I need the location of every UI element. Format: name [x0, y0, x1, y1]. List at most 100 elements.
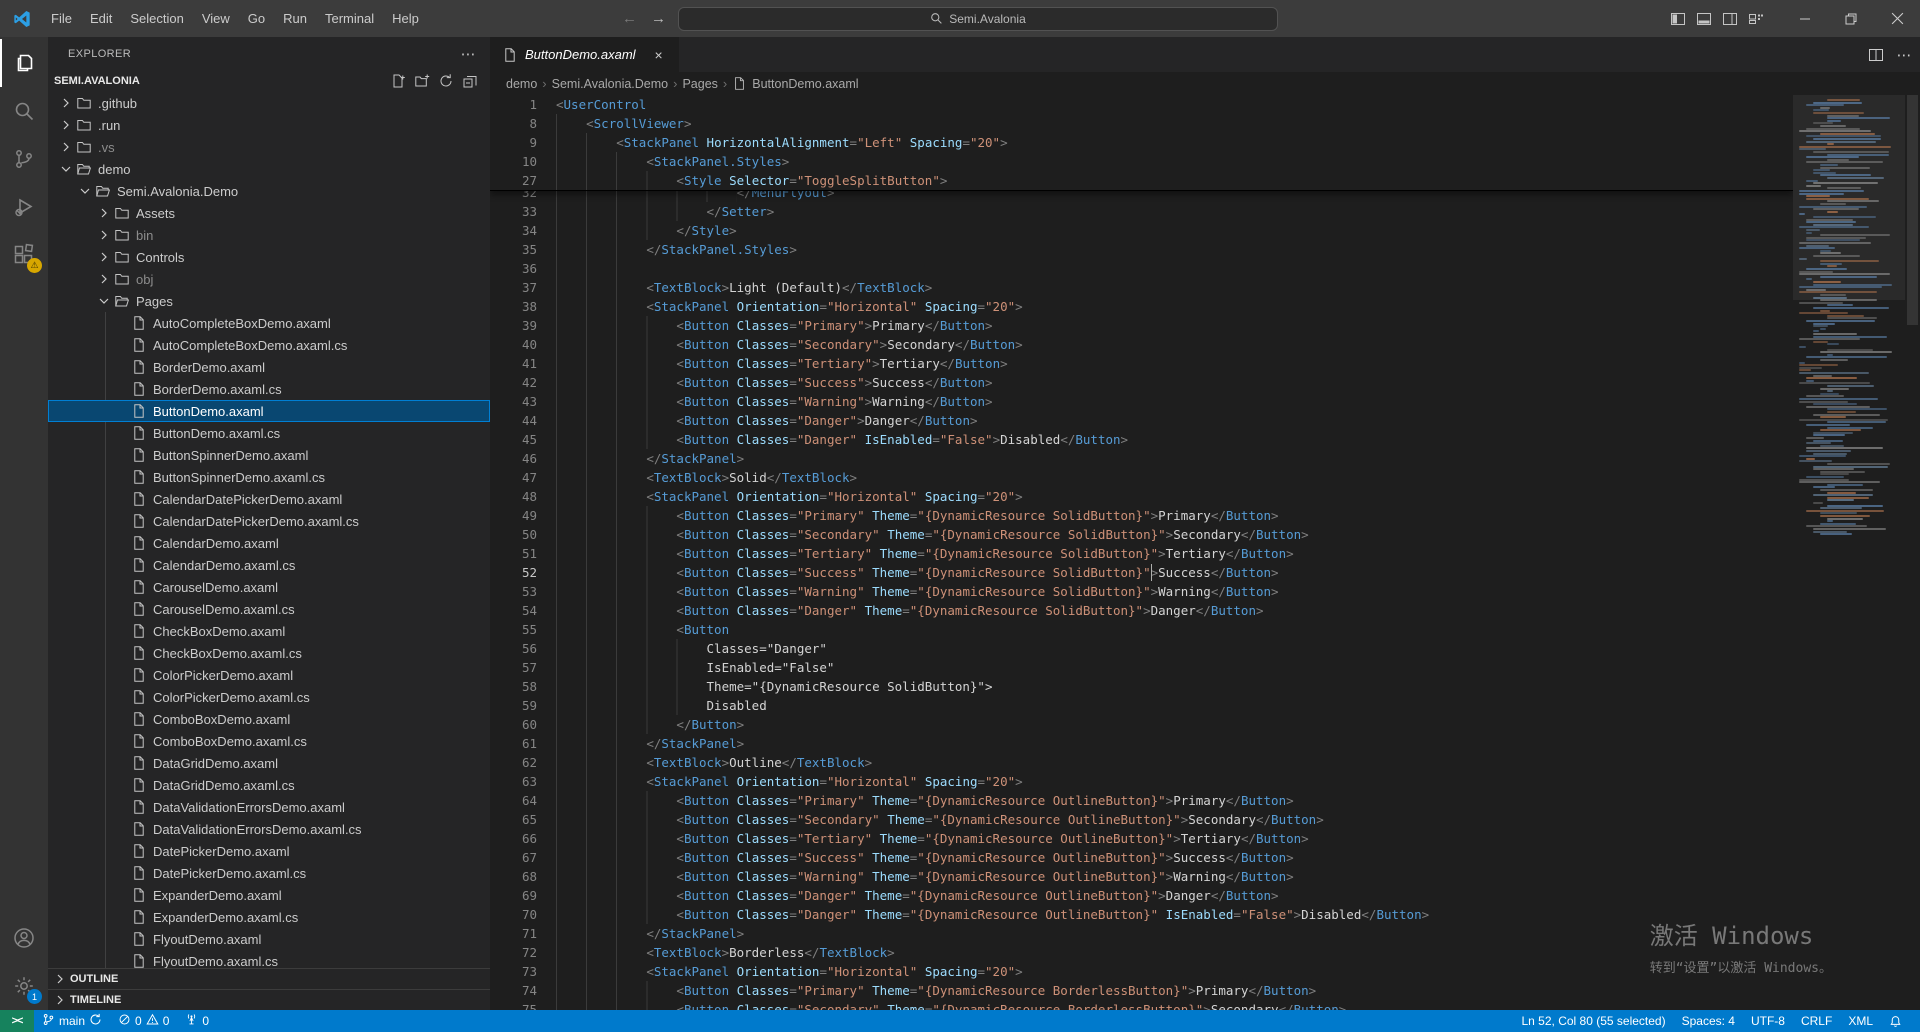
- indentation-status[interactable]: Spaces: 4: [1674, 1010, 1743, 1032]
- cursor-position[interactable]: Ln 52, Col 80 (55 selected): [1514, 1010, 1674, 1032]
- collapse-all-icon[interactable]: [462, 73, 478, 89]
- code-line-48[interactable]: 48 <StackPanel Orientation="Horizontal" …: [490, 487, 1793, 506]
- tree-item-calendardatepickerdemo-axaml[interactable]: CalendarDatePickerDemo.axaml: [48, 488, 490, 510]
- code-line-27[interactable]: 27 <Style Selector="ToggleSplitButton">: [490, 171, 1793, 190]
- tree-item-buttonspinnerdemo-axaml-cs[interactable]: ButtonSpinnerDemo.axaml.cs: [48, 466, 490, 488]
- breadcrumb-item[interactable]: demo: [506, 77, 537, 91]
- code-line-32[interactable]: 32 </MenuFlyout>: [490, 191, 1793, 202]
- code-line-56[interactable]: 56 Classes="Danger": [490, 639, 1793, 658]
- ports-status[interactable]: 0: [177, 1010, 217, 1032]
- code-line-34[interactable]: 34 </Style>: [490, 221, 1793, 240]
- code-line-73[interactable]: 73 <StackPanel Orientation="Horizontal" …: [490, 962, 1793, 981]
- tree-item-obj[interactable]: obj: [48, 268, 490, 290]
- tree-item-autocompleteboxdemo-axaml-cs[interactable]: AutoCompleteBoxDemo.axaml.cs: [48, 334, 490, 356]
- split-editor-icon[interactable]: [1868, 47, 1884, 63]
- tree-item-comboboxdemo-axaml-cs[interactable]: ComboBoxDemo.axaml.cs: [48, 730, 490, 752]
- outline-panel-header[interactable]: OUTLINE: [48, 968, 490, 989]
- remote-indicator[interactable]: ><: [0, 1010, 34, 1032]
- code-line-33[interactable]: 33 </Setter>: [490, 202, 1793, 221]
- code-line-44[interactable]: 44 <Button Classes="Danger">Danger</Butt…: [490, 411, 1793, 430]
- breadcrumb-item[interactable]: Pages: [682, 77, 717, 91]
- code-line-39[interactable]: 39 <Button Classes="Primary">Primary</Bu…: [490, 316, 1793, 335]
- workspace-section-header[interactable]: SEMI.AVALONIA: [48, 70, 490, 92]
- code-line-40[interactable]: 40 <Button Classes="Secondary">Secondary…: [490, 335, 1793, 354]
- notifications-bell-icon[interactable]: [1881, 1010, 1910, 1032]
- toggle-sidebar-icon[interactable]: [1670, 11, 1686, 27]
- menu-go[interactable]: Go: [239, 6, 274, 32]
- customize-layout-icon[interactable]: [1748, 11, 1764, 27]
- tree-item-carouseldemo-axaml-cs[interactable]: CarouselDemo.axaml.cs: [48, 598, 490, 620]
- tree-item-datavalidationerrorsdemo-axaml[interactable]: DataValidationErrorsDemo.axaml: [48, 796, 490, 818]
- code-line-46[interactable]: 46 </StackPanel>: [490, 449, 1793, 468]
- code-line-10[interactable]: 10 <StackPanel.Styles>: [490, 152, 1793, 171]
- tree-item-pages[interactable]: Pages: [48, 290, 490, 312]
- activity-settings-icon[interactable]: 1: [0, 962, 48, 1010]
- breadcrumb-item[interactable]: ButtonDemo.axaml: [752, 77, 858, 91]
- tree-item-semi-avalonia-demo[interactable]: Semi.Avalonia.Demo: [48, 180, 490, 202]
- problems-status[interactable]: 0 0: [110, 1010, 177, 1032]
- tree-item-expanderdemo-axaml[interactable]: ExpanderDemo.axaml: [48, 884, 490, 906]
- tree-item--run[interactable]: .run: [48, 114, 490, 136]
- code-line-42[interactable]: 42 <Button Classes="Success">Success</Bu…: [490, 373, 1793, 392]
- tree-item-expanderdemo-axaml-cs[interactable]: ExpanderDemo.axaml.cs: [48, 906, 490, 928]
- code-line-52[interactable]: 52 <Button Classes="Success" Theme="{Dyn…: [490, 563, 1793, 582]
- close-tab-icon[interactable]: ×: [649, 45, 669, 65]
- refresh-icon[interactable]: [438, 73, 454, 89]
- code-line-1[interactable]: 1<UserControl: [490, 95, 1793, 114]
- tree-item-borderdemo-axaml-cs[interactable]: BorderDemo.axaml.cs: [48, 378, 490, 400]
- tree-item-colorpickerdemo-axaml[interactable]: ColorPickerDemo.axaml: [48, 664, 490, 686]
- activity-run-and-debug-icon[interactable]: [0, 183, 48, 231]
- tree-item-datavalidationerrorsdemo-axaml-cs[interactable]: DataValidationErrorsDemo.axaml.cs: [48, 818, 490, 840]
- code-line-37[interactable]: 37 <TextBlock>Light (Default)</TextBlock…: [490, 278, 1793, 297]
- code-line-72[interactable]: 72 <TextBlock>Borderless</TextBlock>: [490, 943, 1793, 962]
- code-line-49[interactable]: 49 <Button Classes="Primary" Theme="{Dyn…: [490, 506, 1793, 525]
- code-line-65[interactable]: 65 <Button Classes="Secondary" Theme="{D…: [490, 810, 1793, 829]
- tab-buttondemo-axaml[interactable]: ButtonDemo.axaml ×: [490, 37, 679, 72]
- tree-item-datagriddemo-axaml-cs[interactable]: DataGridDemo.axaml.cs: [48, 774, 490, 796]
- activity-search-icon[interactable]: [0, 87, 48, 135]
- tree-item-flyoutdemo-axaml[interactable]: FlyoutDemo.axaml: [48, 928, 490, 950]
- tree-item-datagriddemo-axaml[interactable]: DataGridDemo.axaml: [48, 752, 490, 774]
- code-line-60[interactable]: 60 </Button>: [490, 715, 1793, 734]
- code-line-43[interactable]: 43 <Button Classes="Warning">Warning</Bu…: [490, 392, 1793, 411]
- menu-edit[interactable]: Edit: [81, 6, 121, 32]
- code-line-62[interactable]: 62 <TextBlock>Outline</TextBlock>: [490, 753, 1793, 772]
- tree-item-calendardemo-axaml[interactable]: CalendarDemo.axaml: [48, 532, 490, 554]
- tree-item-checkboxdemo-axaml-cs[interactable]: CheckBoxDemo.axaml.cs: [48, 642, 490, 664]
- code-line-57[interactable]: 57 IsEnabled="False": [490, 658, 1793, 677]
- tree-item-calendardatepickerdemo-axaml-cs[interactable]: CalendarDatePickerDemo.axaml.cs: [48, 510, 490, 532]
- code-line-53[interactable]: 53 <Button Classes="Warning" Theme="{Dyn…: [490, 582, 1793, 601]
- code-line-59[interactable]: 59 Disabled: [490, 696, 1793, 715]
- code-line-55[interactable]: 55 <Button: [490, 620, 1793, 639]
- timeline-panel-header[interactable]: TIMELINE: [48, 989, 490, 1010]
- code-line-68[interactable]: 68 <Button Classes="Warning" Theme="{Dyn…: [490, 867, 1793, 886]
- tree-item-datepickerdemo-axaml[interactable]: DatePickerDemo.axaml: [48, 840, 490, 862]
- code-line-64[interactable]: 64 <Button Classes="Primary" Theme="{Dyn…: [490, 791, 1793, 810]
- code-line-45[interactable]: 45 <Button Classes="Danger" IsEnabled="F…: [490, 430, 1793, 449]
- tree-item-datepickerdemo-axaml-cs[interactable]: DatePickerDemo.axaml.cs: [48, 862, 490, 884]
- tree-item-demo[interactable]: demo: [48, 158, 490, 180]
- tree-item-autocompleteboxdemo-axaml[interactable]: AutoCompleteBoxDemo.axaml: [48, 312, 490, 334]
- close-button[interactable]: [1874, 0, 1920, 37]
- menu-selection[interactable]: Selection: [121, 6, 192, 32]
- forward-arrow-icon[interactable]: →: [651, 10, 666, 27]
- tree-item-calendardemo-axaml-cs[interactable]: CalendarDemo.axaml.cs: [48, 554, 490, 576]
- eol-status[interactable]: CRLF: [1793, 1010, 1840, 1032]
- explorer-more-actions-icon[interactable]: ⋯: [461, 45, 476, 63]
- code-line-75[interactable]: 75 <Button Classes="Secondary" Theme="{D…: [490, 1000, 1793, 1010]
- activity-explorer-icon[interactable]: [0, 39, 48, 87]
- tree-item-controls[interactable]: Controls: [48, 246, 490, 268]
- tree-item-comboboxdemo-axaml[interactable]: ComboBoxDemo.axaml: [48, 708, 490, 730]
- tree-item-borderdemo-axaml[interactable]: BorderDemo.axaml: [48, 356, 490, 378]
- code-line-61[interactable]: 61 </StackPanel>: [490, 734, 1793, 753]
- code-line-71[interactable]: 71 </StackPanel>: [490, 924, 1793, 943]
- breadcrumb-item[interactable]: Semi.Avalonia.Demo: [552, 77, 669, 91]
- code-line-51[interactable]: 51 <Button Classes="Tertiary" Theme="{Dy…: [490, 544, 1793, 563]
- code-line-54[interactable]: 54 <Button Classes="Danger" Theme="{Dyna…: [490, 601, 1793, 620]
- activity-accounts-icon[interactable]: [0, 914, 48, 962]
- menu-view[interactable]: View: [193, 6, 239, 32]
- tree-item-flyoutdemo-axaml-cs[interactable]: FlyoutDemo.axaml.cs: [48, 950, 490, 968]
- code-line-67[interactable]: 67 <Button Classes="Success" Theme="{Dyn…: [490, 848, 1793, 867]
- code-line-50[interactable]: 50 <Button Classes="Secondary" Theme="{D…: [490, 525, 1793, 544]
- more-actions-icon[interactable]: ⋯: [1896, 47, 1912, 63]
